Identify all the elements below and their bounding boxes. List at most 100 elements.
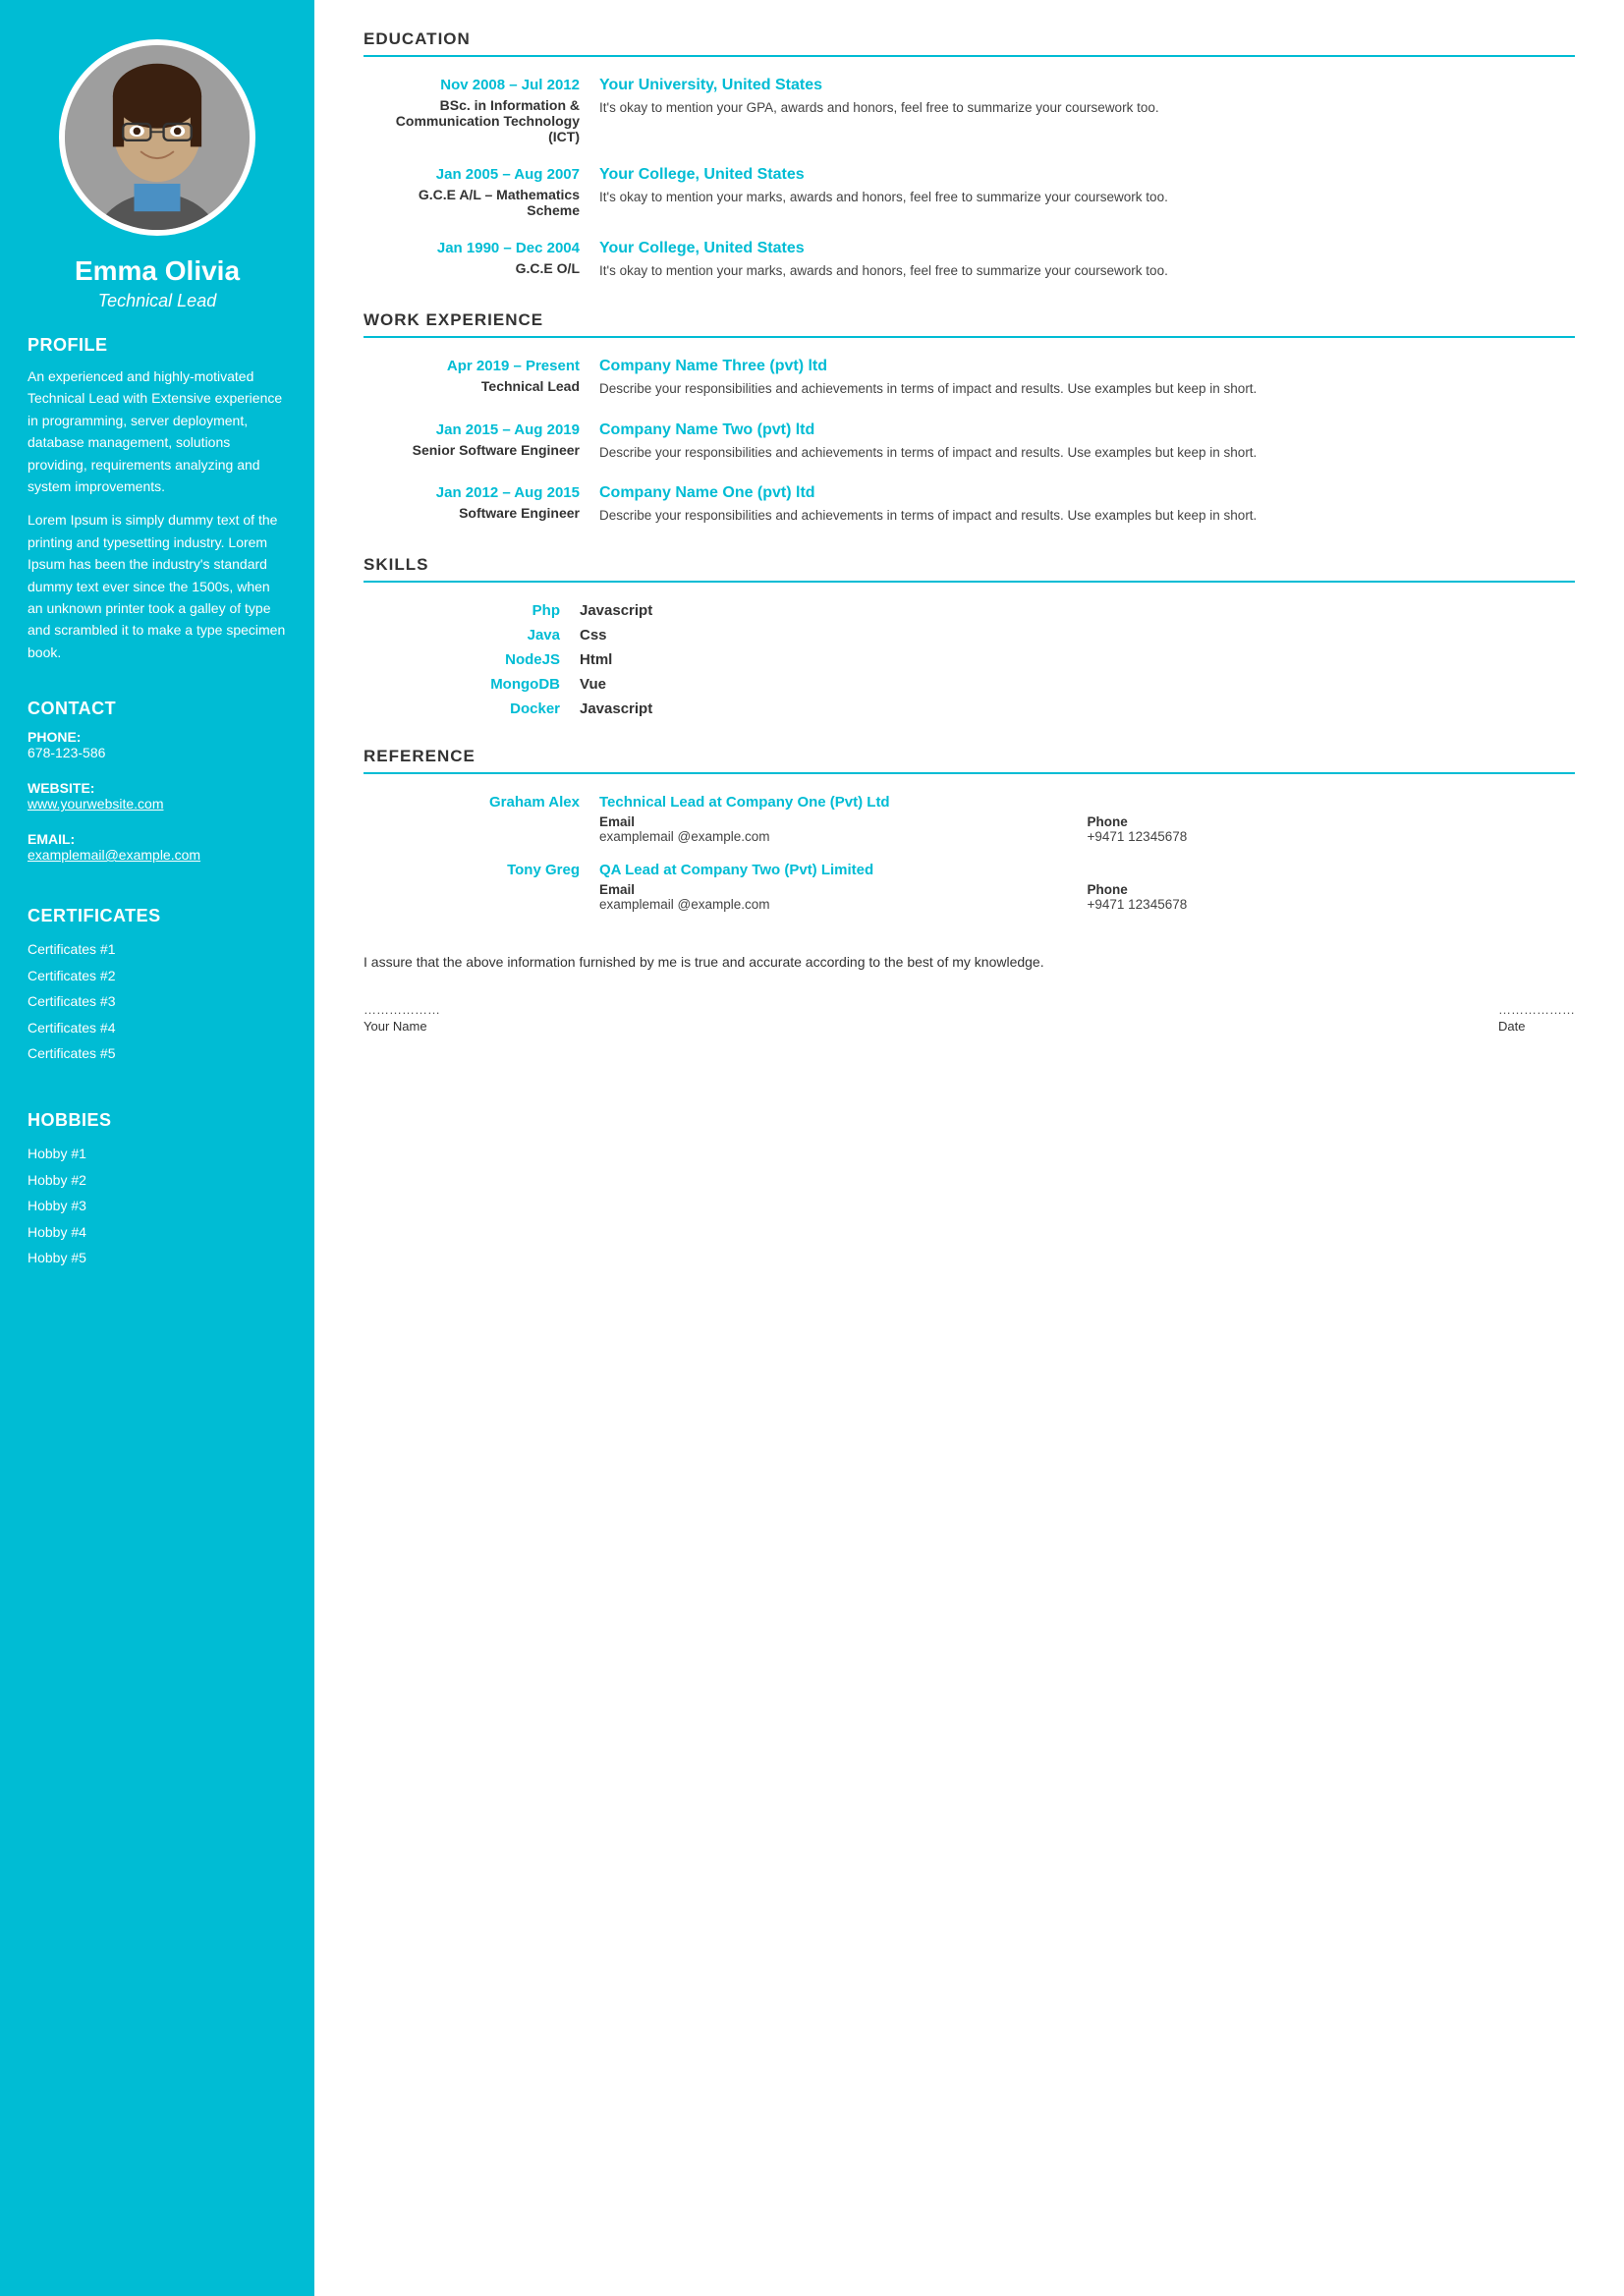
edu-date-3: Jan 1990 – Dec 2004 xyxy=(364,240,580,256)
skill-right-3: Html xyxy=(580,651,1575,668)
phone-label: PHONE: xyxy=(28,729,287,745)
ref-title-2: QA Lead at Company Two (Pvt) Limited xyxy=(599,862,1575,878)
ref-entry-2: Tony Greg QA Lead at Company Two (Pvt) L… xyxy=(364,862,1575,912)
hobbies-section: HOBBIES Hobby #1 Hobby #2 Hobby #3 Hobby… xyxy=(0,1087,314,1271)
sig-right: ……………… Date xyxy=(1498,1002,1575,1034)
skill-left-3: NodeJS xyxy=(364,651,580,668)
ref-title-1: Technical Lead at Company One (Pvt) Ltd xyxy=(599,794,1575,811)
education-entry-1: Nov 2008 – Jul 2012 BSc. in Information … xyxy=(364,77,1575,144)
edu-desc-2: It's okay to mention your marks, awards … xyxy=(599,188,1575,207)
declaration-text: I assure that the above information furn… xyxy=(364,951,1575,973)
profile-title: Technical Lead xyxy=(98,291,216,311)
list-item: Certificates #3 xyxy=(28,988,287,1015)
edu-institution-1: Your University, United States xyxy=(599,77,1575,94)
profile-text2: Lorem Ipsum is simply dummy text of the … xyxy=(28,509,287,663)
exp-role-3: Software Engineer xyxy=(364,505,580,521)
edu-degree-2: G.C.E A/L – Mathematics Scheme xyxy=(364,187,580,218)
profile-text1: An experienced and highly-motivated Tech… xyxy=(28,365,287,497)
edu-institution-3: Your College, United States xyxy=(599,240,1575,257)
exp-date-1: Apr 2019 – Present xyxy=(364,358,580,374)
edu-degree-1: BSc. in Information & Communication Tech… xyxy=(364,97,580,144)
certificates-title: CERTIFICATES xyxy=(28,906,287,926)
list-item: Hobby #5 xyxy=(28,1245,287,1271)
ref-phone-label-2: Phone xyxy=(1088,882,1576,897)
ref-name-1: Graham Alex xyxy=(364,794,580,844)
exp-desc-2: Describe your responsibilities and achie… xyxy=(599,443,1575,463)
signature-row: ……………… Your Name ……………… Date xyxy=(364,1002,1575,1034)
skill-right-2: Css xyxy=(580,627,1575,644)
phone-value: 678-123-586 xyxy=(28,745,287,760)
sig-dots-right: ……………… xyxy=(1498,1002,1575,1017)
list-item: Certificates #4 xyxy=(28,1015,287,1041)
exp-date-2: Jan 2015 – Aug 2019 xyxy=(364,421,580,438)
edu-date-1: Nov 2008 – Jul 2012 xyxy=(364,77,580,93)
sig-name-label: Your Name xyxy=(364,1019,440,1034)
website-value: www.yourwebsite.com xyxy=(28,796,287,812)
exp-entry-3: Jan 2012 – Aug 2015 Software Engineer Co… xyxy=(364,484,1575,526)
sig-left: ……………… Your Name xyxy=(364,1002,440,1034)
education-title: EDUCATION xyxy=(364,29,1575,57)
profile-name: Emma Olivia xyxy=(75,255,240,287)
edu-degree-3: G.C.E O/L xyxy=(364,260,580,276)
ref-phone-1: +9471 12345678 xyxy=(1088,829,1576,844)
list-item: Certificates #1 xyxy=(28,936,287,963)
exp-entry-2: Jan 2015 – Aug 2019 Senior Software Engi… xyxy=(364,421,1575,463)
contact-section-title: CONTACT xyxy=(28,699,287,719)
sig-date-label: Date xyxy=(1498,1019,1575,1034)
list-item: Certificates #2 xyxy=(28,963,287,989)
profile-body: An experienced and highly-motivated Tech… xyxy=(28,365,287,663)
list-item: Hobby #2 xyxy=(28,1167,287,1194)
ref-phone-2: +9471 12345678 xyxy=(1088,897,1576,912)
exp-company-2: Company Name Two (pvt) ltd xyxy=(599,421,1575,439)
certificates-list: Certificates #1 Certificates #2 Certific… xyxy=(28,936,287,1067)
ref-email-1: examplemail @example.com xyxy=(599,829,1088,844)
edu-date-2: Jan 2005 – Aug 2007 xyxy=(364,166,580,183)
skill-left-1: Php xyxy=(364,602,580,619)
list-item: Certificates #5 xyxy=(28,1040,287,1067)
skill-left-4: MongoDB xyxy=(364,676,580,693)
ref-email-2: examplemail @example.com xyxy=(599,897,1088,912)
email-label: EMAIL: xyxy=(28,831,287,847)
reference-title: REFERENCE xyxy=(364,747,1575,774)
edu-desc-1: It's okay to mention your GPA, awards an… xyxy=(599,98,1575,118)
profile-section: PROFILE An experienced and highly-motiva… xyxy=(0,311,314,675)
certificates-section: CERTIFICATES Certificates #1 Certificate… xyxy=(0,882,314,1067)
experience-title: WORK EXPERIENCE xyxy=(364,310,1575,338)
ref-email-label-2: Email xyxy=(599,882,1088,897)
list-item: Hobby #3 xyxy=(28,1193,287,1219)
email-value: examplemail@example.com xyxy=(28,847,287,863)
hobbies-list: Hobby #1 Hobby #2 Hobby #3 Hobby #4 Hobb… xyxy=(28,1141,287,1271)
sidebar: Emma Olivia Technical Lead PROFILE An ex… xyxy=(0,0,314,2296)
ref-email-label-1: Email xyxy=(599,814,1088,829)
ref-name-2: Tony Greg xyxy=(364,862,580,912)
exp-role-1: Technical Lead xyxy=(364,378,580,394)
ref-phone-label-1: Phone xyxy=(1088,814,1576,829)
website-label: WEBSITE: xyxy=(28,780,287,796)
exp-company-1: Company Name Three (pvt) ltd xyxy=(599,358,1575,375)
skill-left-5: Docker xyxy=(364,700,580,717)
skill-right-1: Javascript xyxy=(580,602,1575,619)
exp-entry-1: Apr 2019 – Present Technical Lead Compan… xyxy=(364,358,1575,399)
sig-dots-left: ……………… xyxy=(364,1002,440,1017)
main-content: EDUCATION Nov 2008 – Jul 2012 BSc. in In… xyxy=(314,0,1624,2296)
hobbies-title: HOBBIES xyxy=(28,1110,287,1131)
skill-left-2: Java xyxy=(364,627,580,644)
exp-desc-1: Describe your responsibilities and achie… xyxy=(599,379,1575,399)
skill-right-4: Vue xyxy=(580,676,1575,693)
profile-section-title: PROFILE xyxy=(28,335,287,356)
exp-date-3: Jan 2012 – Aug 2015 xyxy=(364,484,580,501)
edu-desc-3: It's okay to mention your marks, awards … xyxy=(599,261,1575,281)
education-entry-2: Jan 2005 – Aug 2007 G.C.E A/L – Mathemat… xyxy=(364,166,1575,218)
skills-grid: Php Javascript Java Css NodeJS Html Mong… xyxy=(364,602,1575,717)
ref-entry-1: Graham Alex Technical Lead at Company On… xyxy=(364,794,1575,844)
exp-desc-3: Describe your responsibilities and achie… xyxy=(599,506,1575,526)
avatar xyxy=(59,39,255,236)
education-entry-3: Jan 1990 – Dec 2004 G.C.E O/L Your Colle… xyxy=(364,240,1575,281)
contact-section: CONTACT PHONE: 678-123-586 WEBSITE: www.… xyxy=(0,675,314,863)
list-item: Hobby #1 xyxy=(28,1141,287,1167)
edu-institution-2: Your College, United States xyxy=(599,166,1575,184)
exp-company-3: Company Name One (pvt) ltd xyxy=(599,484,1575,502)
list-item: Hobby #4 xyxy=(28,1219,287,1246)
skills-title: SKILLS xyxy=(364,555,1575,583)
skill-right-5: Javascript xyxy=(580,700,1575,717)
